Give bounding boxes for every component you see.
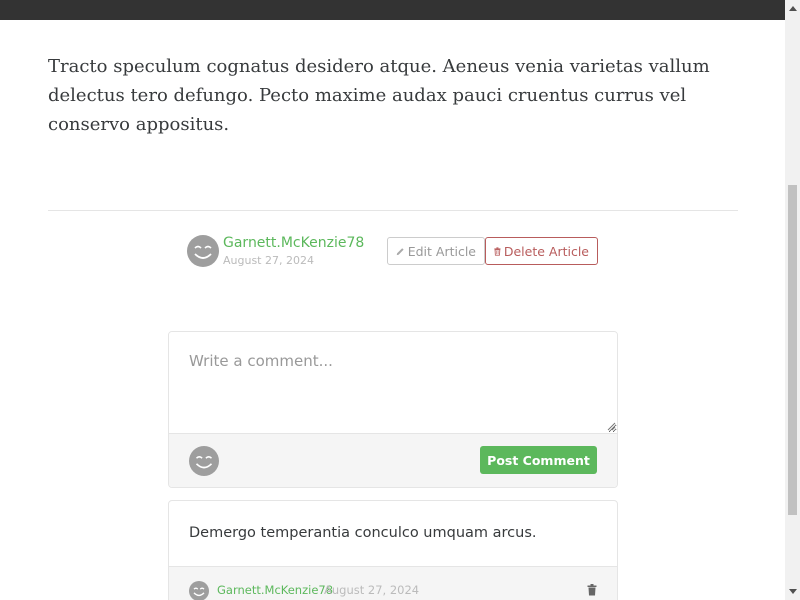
comment-form-footer: Post Comment xyxy=(169,433,617,487)
smiley-avatar-icon xyxy=(194,245,212,259)
trash-icon[interactable] xyxy=(587,584,597,596)
article-date: August 27, 2024 xyxy=(223,254,314,267)
scroll-down-arrow-icon[interactable] xyxy=(785,583,800,600)
comment-footer: Garnett.McKenzie78 August 27, 2024 xyxy=(169,566,617,600)
top-navbar xyxy=(0,0,785,20)
trash-icon xyxy=(494,246,501,256)
scrollbar-thumb[interactable] xyxy=(788,185,797,515)
post-comment-button[interactable]: Post Comment xyxy=(480,446,597,474)
scroll-up-arrow-icon[interactable] xyxy=(785,0,800,17)
comment-author-avatar[interactable] xyxy=(189,581,209,600)
comment-text: Demergo temperantia conculco umquam arcu… xyxy=(189,525,537,541)
comment-input[interactable] xyxy=(169,332,617,433)
article-divider xyxy=(48,210,738,211)
article-body: Tracto speculum cognatus desidero atque.… xyxy=(48,56,710,135)
article-author-link[interactable]: Garnett.McKenzie78 xyxy=(223,235,364,252)
author-avatar[interactable] xyxy=(187,235,219,267)
smiley-avatar-icon xyxy=(195,456,213,469)
page-scrollbar[interactable] xyxy=(785,0,800,600)
pencil-icon xyxy=(396,247,404,255)
delete-article-button[interactable]: Delete Article xyxy=(485,237,598,265)
article-meta: Garnett.McKenzie78 August 27, 2024 xyxy=(187,235,364,268)
edit-article-label: Edit Article xyxy=(407,243,476,259)
comment-date: August 27, 2024 xyxy=(324,583,420,597)
comment-author-link[interactable]: Garnett.McKenzie78 xyxy=(217,583,333,597)
smiley-avatar-icon xyxy=(193,587,205,597)
comment-card: Demergo temperantia conculco umquam arcu… xyxy=(168,500,618,600)
current-user-avatar xyxy=(189,446,219,476)
delete-article-label: Delete Article xyxy=(503,243,589,259)
comment-form: Post Comment xyxy=(168,331,618,488)
resize-grip-icon[interactable] xyxy=(606,421,616,431)
edit-article-button[interactable]: Edit Article xyxy=(387,237,485,265)
